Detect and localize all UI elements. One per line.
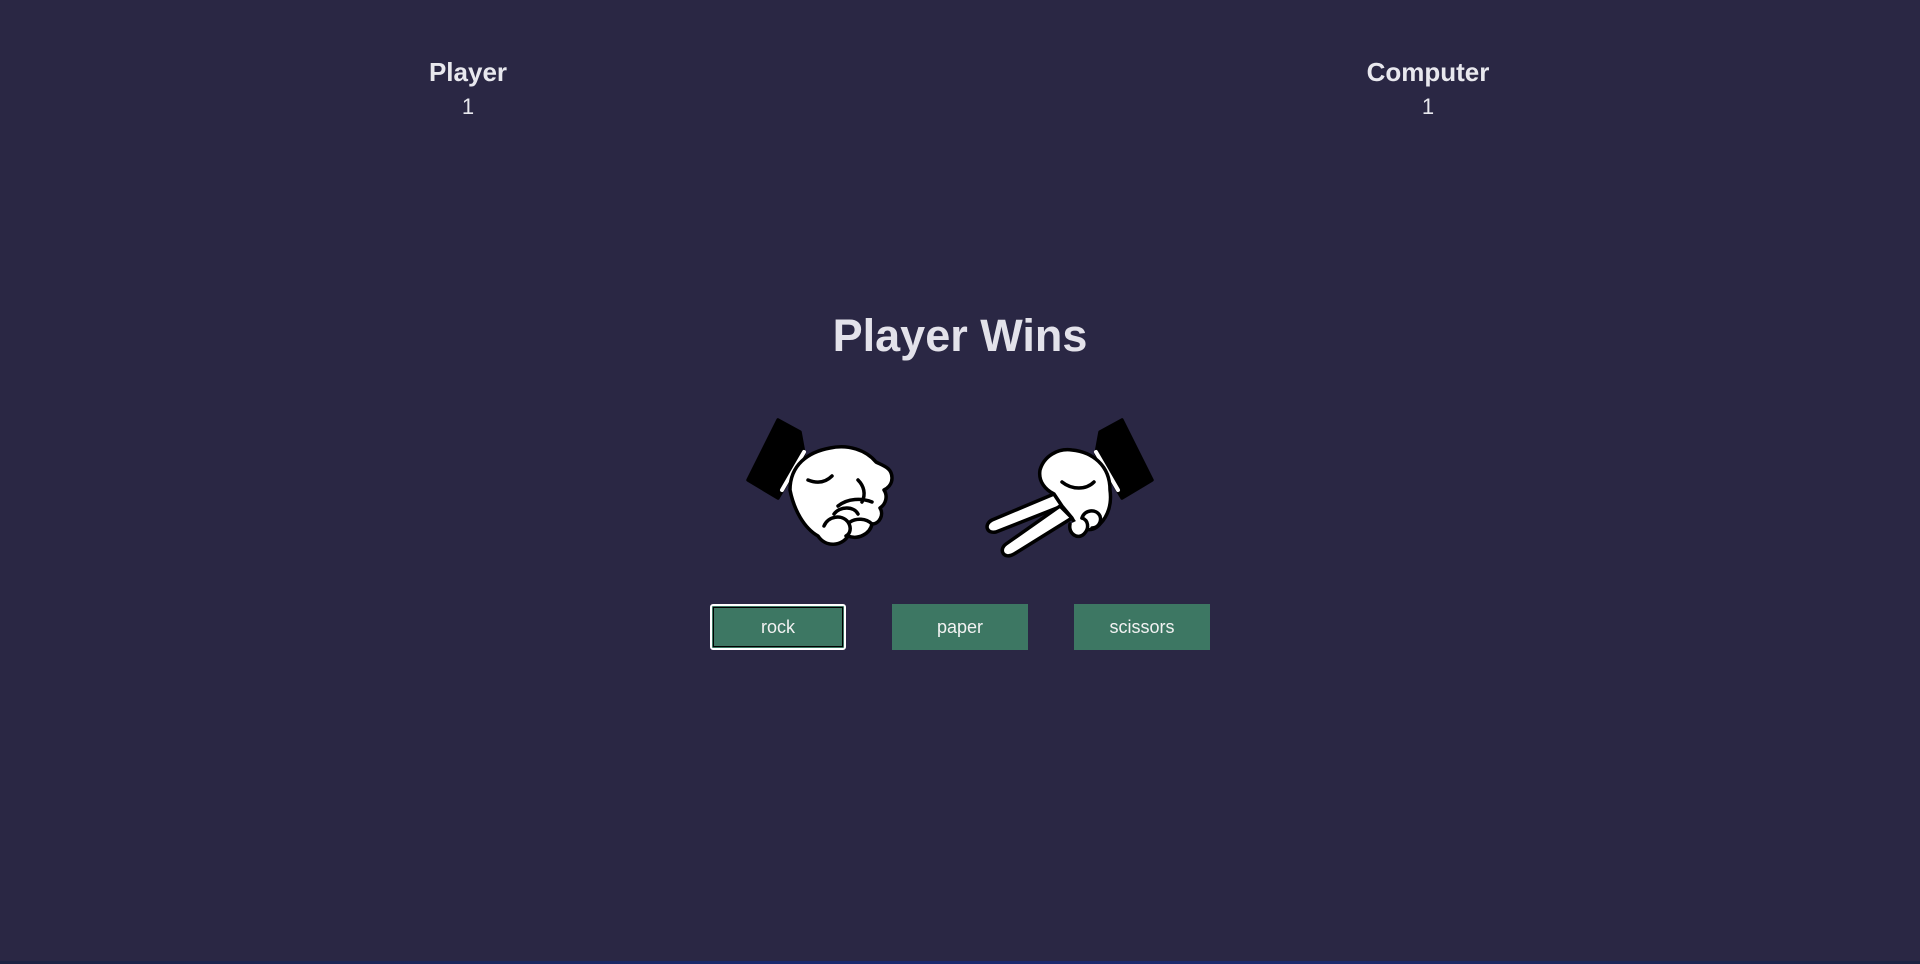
computer-score-panel: Computer 1 [1308,56,1548,122]
computer-score: 1 [1421,94,1435,119]
computer-label: Computer [1366,57,1490,87]
paper-button[interactable]: paper [892,604,1028,650]
scissors-button[interactable]: scissors [1074,604,1210,650]
scissors-hand-icon [985,418,1154,558]
player-score: 1 [461,94,475,119]
choice-buttons: rock paper scissors [0,604,1920,650]
fist-hand-icon [746,418,894,546]
player-label: Player [428,57,508,87]
result-message: Player Wins [832,310,1088,361]
player-score-panel: Player 1 [348,56,588,122]
rock-button[interactable]: rock [710,604,846,650]
